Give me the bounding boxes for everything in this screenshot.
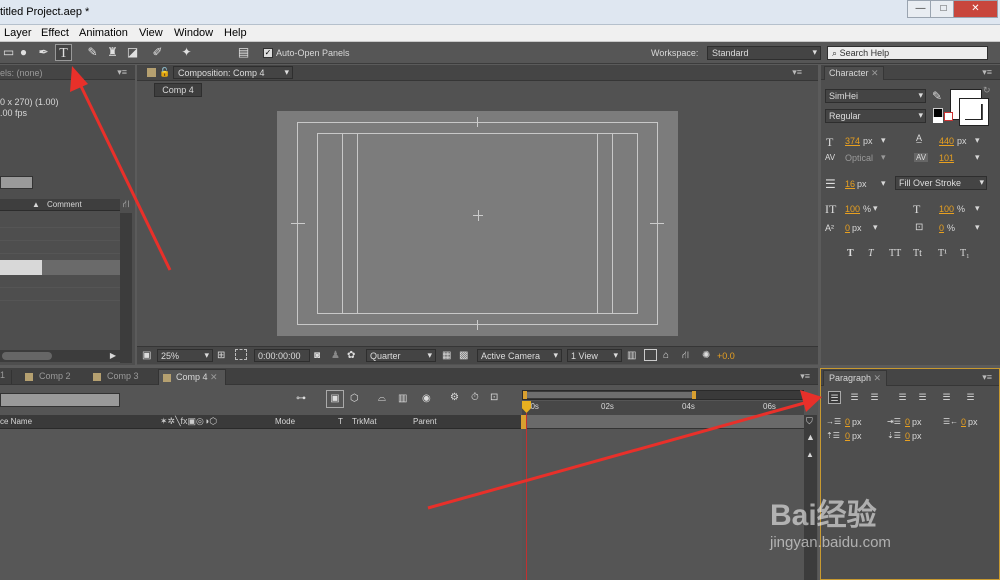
annotation-arrow-icon <box>427 390 822 510</box>
watermark-url: jingyan.baidu.com <box>770 534 891 551</box>
annotation-arrow-icon <box>70 66 172 271</box>
baidu-watermark: Bai经验 jingyan.baidu.com <box>770 490 970 551</box>
watermark-brand: Bai经验 <box>770 499 877 532</box>
